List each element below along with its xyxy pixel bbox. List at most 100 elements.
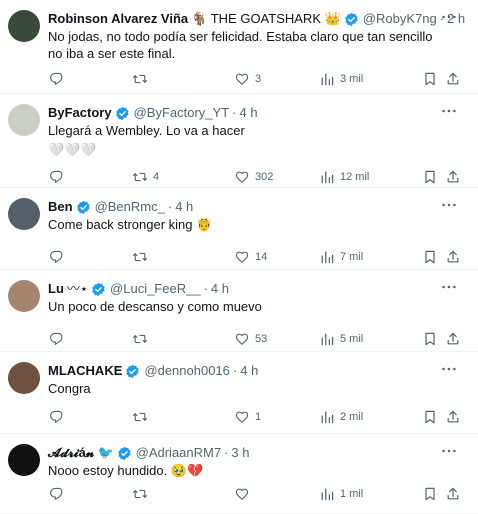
like-button[interactable]	[234, 485, 255, 503]
author-handle[interactable]: @BenRmc_	[95, 198, 165, 216]
avatar[interactable]	[8, 104, 40, 136]
tweet-text-content: Come back stronger king 🤴	[48, 217, 213, 232]
reply-icon	[50, 487, 63, 501]
avatar[interactable]	[8, 280, 40, 312]
avatar[interactable]	[8, 10, 40, 42]
reply-icon	[50, 72, 63, 86]
bookmark-button[interactable]	[422, 485, 438, 503]
retweet-button[interactable]	[132, 330, 153, 348]
more-options-button[interactable]	[440, 8, 458, 26]
views-button[interactable]: 5 mil	[319, 330, 363, 348]
reply-button[interactable]	[49, 168, 70, 186]
author-handle[interactable]: @Luci_FeeR__	[110, 280, 201, 298]
timestamp[interactable]: 3 h	[231, 444, 249, 462]
timestamp[interactable]: 4 h	[175, 198, 193, 216]
retweet-icon	[133, 334, 147, 344]
likes-count: 302	[255, 171, 274, 183]
like-button[interactable]: 14	[234, 248, 267, 266]
bookmark-button[interactable]	[422, 70, 438, 88]
verified-badge-icon	[76, 200, 90, 214]
action-bar: 4 302 12 mil	[48, 168, 464, 186]
separator-dot: ·	[224, 445, 229, 460]
more-options-button[interactable]	[440, 278, 458, 296]
share-button[interactable]	[445, 70, 461, 88]
reply-feed: Robinson Alvarez Viña 🐐 THE GOATSHARK 👑 @R…	[0, 0, 478, 514]
timestamp[interactable]: 4 h	[240, 362, 258, 380]
author-name[interactable]: 𝓐𝓭𝓻𝓲á𝓷	[48, 444, 94, 462]
tweet-header: ByFactory @ByFactory_YT · 4 h	[48, 104, 438, 122]
views-count: 12 mil	[340, 171, 370, 183]
views-count: 1 mil	[340, 488, 364, 500]
author-name[interactable]: Robinson Alvarez Viña	[48, 10, 188, 28]
views-button[interactable]: 1 mil	[319, 485, 363, 503]
author-handle[interactable]: @RobyK7ng	[363, 10, 437, 28]
reply-button[interactable]	[49, 248, 70, 266]
bookmark-icon	[425, 487, 435, 501]
verified-badge-icon	[117, 446, 132, 461]
more-icon	[442, 203, 456, 207]
avatar[interactable]	[8, 198, 40, 230]
timestamp[interactable]: 4 h	[239, 104, 257, 122]
views-button[interactable]: 3 mil	[319, 70, 363, 88]
avatar[interactable]	[8, 444, 40, 476]
retweet-button[interactable]: 4	[132, 168, 159, 186]
retweet-button[interactable]	[132, 408, 153, 426]
bookmark-icon	[425, 170, 435, 184]
author-name[interactable]: Ben	[48, 198, 73, 216]
retweet-button[interactable]	[132, 248, 153, 266]
tweet-text: Un poco de descanso y como muevo	[48, 298, 444, 315]
views-button[interactable]: 2 mil	[319, 408, 363, 426]
tweet-header: MLACHAKE @dennoh0016 · 4 h	[48, 362, 438, 380]
more-options-button[interactable]	[440, 102, 458, 120]
more-icon	[442, 367, 456, 371]
like-button[interactable]: 302	[234, 168, 273, 186]
more-options-button[interactable]	[440, 360, 458, 378]
share-button[interactable]	[445, 168, 461, 186]
reply-button[interactable]	[49, 485, 70, 503]
more-options-button[interactable]	[440, 442, 458, 460]
author-name[interactable]: ByFactory	[48, 104, 112, 122]
tweet-header: Robinson Alvarez Viña 🐐 THE GOATSHARK 👑 @R…	[48, 10, 465, 28]
heart-icon	[235, 73, 249, 85]
tweet-text: No jodas, no todo podía ser felicidad. E…	[48, 28, 444, 62]
views-chart-icon	[321, 488, 334, 501]
views-button[interactable]: 7 mil	[319, 248, 363, 266]
retweet-button[interactable]	[132, 485, 153, 503]
views-chart-icon	[321, 171, 334, 184]
retweet-icon	[133, 74, 147, 84]
bookmark-button[interactable]	[422, 168, 438, 186]
author-handle[interactable]: @AdriaanRM7	[136, 444, 221, 462]
author-name[interactable]: Lu	[48, 280, 64, 298]
avatar[interactable]	[8, 362, 40, 394]
retweet-button[interactable]	[132, 70, 153, 88]
bookmark-icon	[425, 72, 435, 86]
author-name[interactable]: MLACHAKE	[48, 362, 122, 380]
share-button[interactable]	[445, 330, 461, 348]
timestamp[interactable]: 4 h	[211, 280, 229, 298]
action-bar: 1 mil	[48, 485, 464, 503]
views-chart-icon	[321, 73, 334, 86]
reply-button[interactable]	[49, 330, 70, 348]
retweet-icon	[133, 489, 147, 499]
like-button[interactable]: 1	[234, 408, 261, 426]
author-handle[interactable]: @dennoh0016	[144, 362, 230, 380]
verified-badge-icon	[344, 12, 359, 27]
like-button[interactable]: 53	[234, 330, 267, 348]
views-button[interactable]: 12 mil	[319, 168, 369, 186]
tweet: Lu 〰⋆ @Luci_FeeR__ · 4 h Un poco de descanso …	[0, 270, 478, 352]
bookmark-button[interactable]	[422, 248, 438, 266]
views-count: 7 mil	[340, 251, 364, 263]
reply-icon	[50, 332, 63, 346]
bookmark-button[interactable]	[422, 408, 438, 426]
author-handle[interactable]: @ByFactory_YT	[134, 104, 230, 122]
reply-button[interactable]	[49, 70, 70, 88]
bookmark-icon	[425, 250, 435, 264]
more-options-button[interactable]	[440, 196, 458, 214]
like-button[interactable]: 3	[234, 70, 261, 88]
white-hearts: 🤍🤍🤍	[48, 142, 97, 157]
share-button[interactable]	[445, 485, 461, 503]
bookmark-button[interactable]	[422, 330, 438, 348]
share-button[interactable]	[445, 248, 461, 266]
reply-button[interactable]	[49, 408, 70, 426]
share-button[interactable]	[445, 408, 461, 426]
